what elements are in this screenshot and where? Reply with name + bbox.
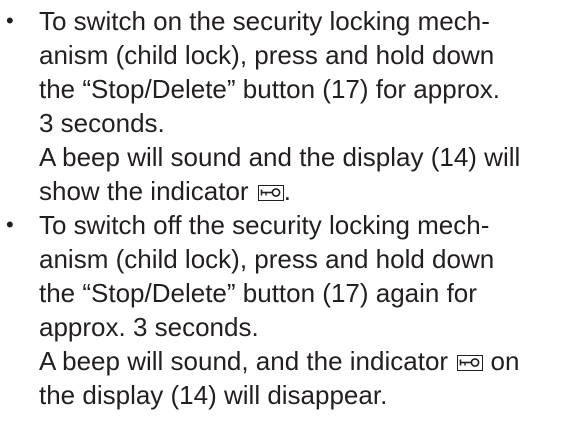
- instruction-page: • To switch on the security locking mech…: [0, 0, 578, 425]
- text-line: 3 seconds.: [39, 108, 165, 138]
- text-line: the display (14) will disappear.: [39, 380, 388, 410]
- text-line: anism (child lock), press and hold down: [39, 40, 495, 70]
- child-lock-key-icon: [457, 355, 484, 371]
- list-item-switch-off: • To switch off the security locking mec…: [0, 208, 520, 412]
- child-lock-instructions-list: • To switch on the security locking mech…: [0, 0, 520, 410]
- text-line: the “Stop/Delete” button (17) again for: [39, 278, 477, 308]
- text-fragment: .: [283, 176, 292, 206]
- text-line: To switch on the security locking mech-: [39, 6, 490, 36]
- text-line: A beep will sound and the display (14) w…: [39, 142, 521, 172]
- text-line: the “Stop/Delete” button (17) for approx…: [39, 74, 501, 104]
- bullet: •: [6, 212, 14, 237]
- child-lock-key-icon: [257, 185, 284, 201]
- text-line: To switch off the security locking mech-: [39, 210, 490, 240]
- bullet: •: [6, 8, 14, 33]
- list-item-switch-on: • To switch on the security locking mech…: [0, 4, 520, 208]
- text-fragment: show the indicator: [39, 176, 249, 206]
- text-line: approx. 3 seconds.: [39, 312, 259, 342]
- text-fragment: A beep will sound, and the indicator: [39, 346, 449, 376]
- text-line-with-icon: A beep will sound, and the indicator on: [39, 344, 520, 378]
- text-line: anism (child lock), press and hold down: [39, 244, 495, 274]
- text-fragment: on: [490, 346, 520, 376]
- text-line-with-icon: show the indicator .: [39, 174, 520, 208]
